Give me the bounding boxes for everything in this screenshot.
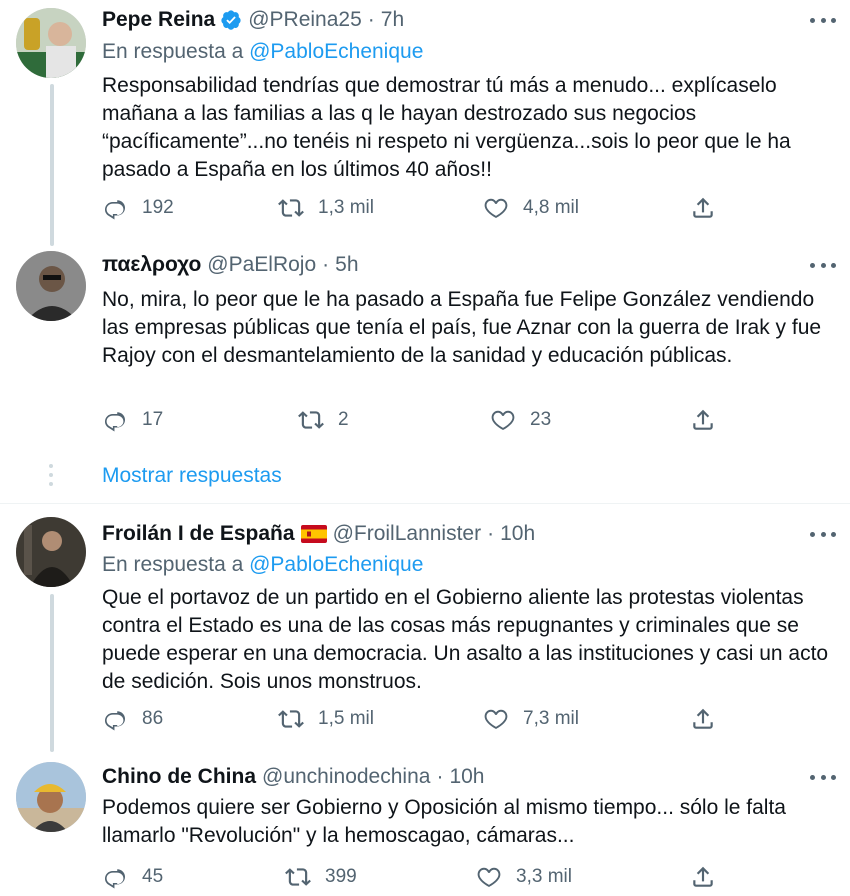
timestamp[interactable]: 10h bbox=[449, 765, 484, 789]
reply-icon bbox=[102, 195, 128, 221]
retweet-count: 1,5 mil bbox=[318, 708, 374, 729]
timestamp[interactable]: 10h bbox=[500, 522, 535, 546]
avatar[interactable] bbox=[16, 251, 86, 321]
user-handle[interactable]: @PaElRojo bbox=[207, 253, 316, 277]
reply-button[interactable]: 86 bbox=[102, 704, 163, 734]
tweet-2[interactable]: παελροχο @PaElRojo · 5h No, mira, lo peo… bbox=[0, 246, 850, 446]
reply-prefix: En respuesta a bbox=[102, 40, 244, 63]
more-options-icon[interactable] bbox=[810, 255, 836, 275]
retweet-icon bbox=[278, 706, 304, 732]
reply-context: En respuesta a @PabloEchenique bbox=[102, 553, 423, 577]
reply-button[interactable]: 17 bbox=[102, 405, 163, 435]
like-button[interactable]: 23 bbox=[490, 405, 551, 435]
separator-dot: · bbox=[436, 765, 444, 788]
reply-context: En respuesta a @PabloEchenique bbox=[102, 40, 423, 64]
heart-icon bbox=[483, 195, 509, 221]
reply-count: 86 bbox=[142, 708, 164, 729]
tweet-text: Podemos quiere ser Gobierno y Oposición … bbox=[102, 796, 786, 847]
show-replies-link[interactable]: Mostrar respuestas bbox=[102, 464, 282, 488]
reply-icon bbox=[102, 706, 128, 732]
like-count: 3,3 mil bbox=[516, 866, 572, 887]
tweet-header: παελροχο @PaElRojo · 5h bbox=[102, 250, 359, 280]
tweet-4[interactable]: Chino de China @unchinodechina · 10h Pod… bbox=[0, 752, 850, 896]
share-icon bbox=[690, 864, 716, 890]
display-name[interactable]: Froilán I de España bbox=[102, 522, 295, 546]
reply-count: 192 bbox=[142, 197, 174, 218]
tweet-text: Responsabilidad tendrías que demostrar t… bbox=[102, 74, 791, 181]
tweet-actions: 192 1,3 mil 4,8 mil bbox=[102, 193, 722, 223]
thread-line bbox=[50, 594, 54, 752]
reply-to-link[interactable]: @PabloEchenique bbox=[249, 40, 423, 63]
retweet-button[interactable]: 1,3 mil bbox=[278, 193, 374, 223]
user-handle[interactable]: @unchinodechina bbox=[262, 765, 430, 789]
share-button[interactable] bbox=[690, 193, 716, 223]
share-icon bbox=[690, 407, 716, 433]
tweet-text: No, mira, lo peor que le ha pasado a Esp… bbox=[102, 288, 822, 367]
heart-icon bbox=[476, 864, 502, 890]
more-options-icon[interactable] bbox=[810, 524, 836, 544]
heart-icon bbox=[483, 706, 509, 732]
like-button[interactable]: 7,3 mil bbox=[483, 704, 579, 734]
share-button[interactable] bbox=[690, 405, 716, 435]
timestamp[interactable]: 5h bbox=[335, 253, 358, 277]
display-name[interactable]: Pepe Reina bbox=[102, 8, 215, 32]
share-button[interactable] bbox=[690, 704, 716, 734]
reply-icon bbox=[102, 407, 128, 433]
spain-flag-icon bbox=[300, 525, 327, 543]
display-name[interactable]: Chino de China bbox=[102, 765, 256, 789]
like-count: 7,3 mil bbox=[523, 708, 579, 729]
retweet-count: 399 bbox=[325, 866, 357, 887]
heart-icon bbox=[490, 407, 516, 433]
user-handle[interactable]: @PReina25 bbox=[248, 8, 362, 32]
reply-button[interactable]: 192 bbox=[102, 193, 174, 223]
tweet-header: Froilán I de España @FroilLannister · 10… bbox=[102, 519, 535, 549]
retweet-count: 1,3 mil bbox=[318, 197, 374, 218]
retweet-button[interactable]: 1,5 mil bbox=[278, 704, 374, 734]
tweet-actions: 17 2 23 bbox=[102, 405, 722, 435]
tweet-1[interactable]: Pepe Reina @PReina25 · 7h En respuesta a… bbox=[0, 0, 850, 246]
avatar[interactable] bbox=[16, 762, 86, 832]
retweet-button[interactable]: 399 bbox=[285, 862, 357, 892]
tweet-text: Que el portavoz de un partido en el Gobi… bbox=[102, 586, 829, 693]
share-button[interactable] bbox=[690, 862, 716, 892]
user-handle[interactable]: @FroilLannister bbox=[333, 522, 482, 546]
more-options-icon[interactable] bbox=[810, 10, 836, 30]
share-icon bbox=[690, 195, 716, 221]
reply-icon bbox=[102, 864, 128, 890]
avatar[interactable] bbox=[16, 8, 86, 78]
reply-button[interactable]: 45 bbox=[102, 862, 163, 892]
retweet-icon bbox=[285, 864, 311, 890]
reply-to-link[interactable]: @PabloEchenique bbox=[249, 553, 423, 576]
reply-count: 17 bbox=[142, 409, 164, 430]
tweet-actions: 45 399 3,3 mil bbox=[102, 862, 722, 892]
separator-dot: · bbox=[367, 8, 375, 31]
share-icon bbox=[690, 706, 716, 732]
like-count: 23 bbox=[530, 409, 552, 430]
thread-dots bbox=[48, 464, 54, 491]
verified-badge-icon bbox=[221, 10, 241, 30]
tweet-header: Pepe Reina @PReina25 · 7h bbox=[102, 5, 404, 35]
retweet-count: 2 bbox=[338, 409, 349, 430]
timestamp[interactable]: 7h bbox=[381, 8, 404, 32]
more-options-icon[interactable] bbox=[810, 767, 836, 787]
avatar[interactable] bbox=[16, 517, 86, 587]
tweet-3[interactable]: Froilán I de España @FroilLannister · 10… bbox=[0, 504, 850, 752]
separator-dot: · bbox=[322, 253, 330, 276]
tweet-header: Chino de China @unchinodechina · 10h bbox=[102, 762, 485, 792]
retweet-icon bbox=[278, 195, 304, 221]
reply-prefix: En respuesta a bbox=[102, 553, 244, 576]
retweet-icon bbox=[298, 407, 324, 433]
display-name[interactable]: παελροχο bbox=[102, 253, 201, 277]
thread-line bbox=[50, 84, 54, 246]
like-count: 4,8 mil bbox=[523, 197, 579, 218]
like-button[interactable]: 3,3 mil bbox=[476, 862, 572, 892]
tweet-actions: 86 1,5 mil 7,3 mil bbox=[102, 704, 722, 734]
retweet-button[interactable]: 2 bbox=[298, 405, 349, 435]
like-button[interactable]: 4,8 mil bbox=[483, 193, 579, 223]
separator-dot: · bbox=[487, 522, 495, 545]
reply-count: 45 bbox=[142, 866, 164, 887]
